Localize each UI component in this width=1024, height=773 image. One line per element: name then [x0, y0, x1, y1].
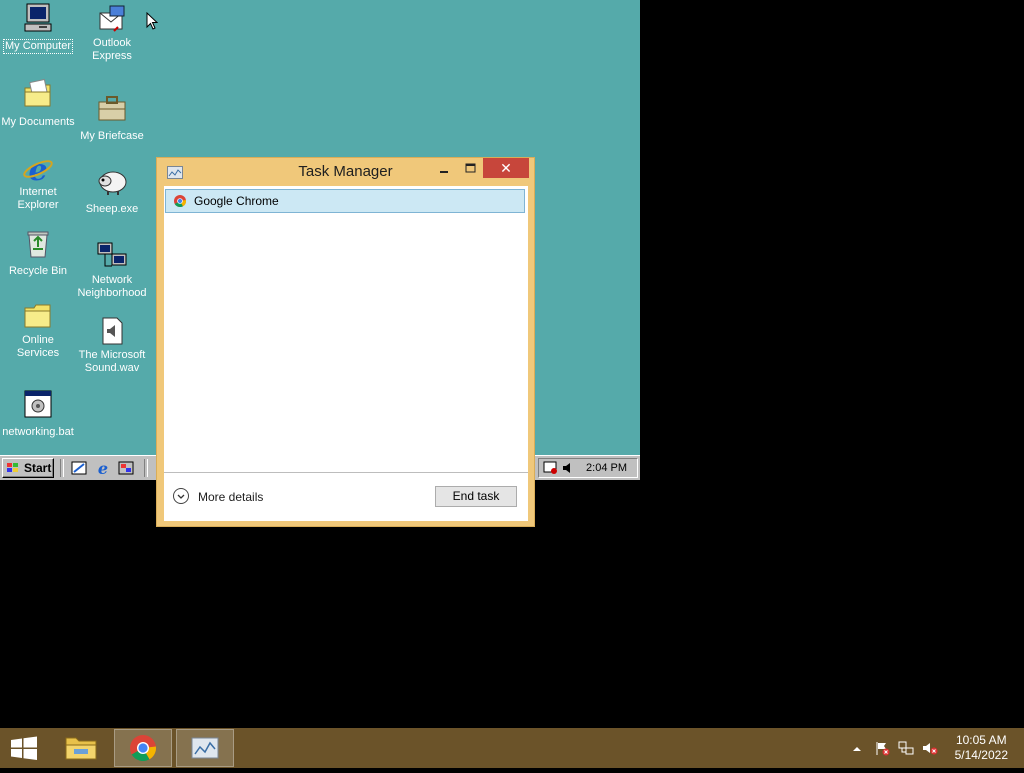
minimize-button[interactable]: [431, 160, 457, 180]
desktop-icon-label: The Microsoft Sound.wav: [78, 349, 146, 374]
channels-icon[interactable]: [118, 460, 134, 476]
maximize-button[interactable]: [457, 160, 483, 180]
internet-explorer-icon: e: [22, 152, 54, 188]
process-row[interactable]: Google Chrome: [165, 189, 525, 213]
recycle-bin-icon: [22, 227, 54, 259]
chrome-icon: [174, 195, 186, 207]
maximize-icon: [465, 163, 476, 173]
folder-documents-icon: [22, 78, 54, 110]
desktop-icon-microsoft-sound[interactable]: The Microsoft Sound.wav: [74, 315, 150, 376]
action-center-flag-icon[interactable]: [874, 740, 890, 756]
desktop-icon-label: My Computer: [2, 39, 74, 54]
desktop-icon-label: Recycle Bin: [8, 265, 68, 277]
desktop-icon-my-documents[interactable]: My Documents: [0, 78, 76, 130]
folder-icon: [22, 300, 54, 332]
host-clock[interactable]: 10:05 AM 5/14/2022: [955, 733, 1008, 763]
volume-icon[interactable]: [561, 461, 575, 475]
outlook-express-icon: [96, 3, 128, 35]
show-desktop-icon[interactable]: [71, 460, 87, 476]
sheep-icon: [96, 165, 128, 197]
more-details-label: More details: [198, 490, 264, 504]
taskbar-file-explorer[interactable]: [52, 729, 110, 767]
task-manager-footer: More details End task: [164, 473, 528, 521]
desktop-icon-outlook-express[interactable]: Outlook Express: [74, 3, 150, 64]
desktop-icon-my-computer[interactable]: My Computer: [0, 2, 76, 54]
close-button[interactable]: ✕: [483, 158, 529, 178]
taskbar-task-manager[interactable]: [176, 729, 234, 767]
clock-date: 5/14/2022: [954, 748, 1008, 762]
start-label: Start: [24, 461, 52, 475]
desktop-icon-recycle-bin[interactable]: Recycle Bin: [0, 227, 76, 279]
task-manager-window: Task Manager ✕ Google Chrome More detail…: [156, 157, 535, 527]
file-explorer-icon: [65, 737, 97, 760]
scheduler-icon[interactable]: [543, 461, 559, 475]
chevron-down-icon: [173, 488, 189, 504]
end-task-button[interactable]: End task: [435, 486, 517, 507]
desktop-icon-label: Online Services: [16, 334, 60, 359]
desktop-icon-network-neighborhood[interactable]: Network Neighborhood: [74, 240, 150, 301]
desktop-icon-label: Sheep.exe: [85, 203, 139, 215]
desktop-icon-online-services[interactable]: Online Services: [0, 300, 76, 361]
guest-clock[interactable]: 2:04 PM: [586, 462, 627, 474]
desktop-icon-label: Network Neighborhood: [77, 274, 147, 299]
svg-text:e: e: [98, 460, 108, 476]
batch-file-icon: [22, 388, 54, 420]
internet-explorer-icon[interactable]: e: [95, 460, 111, 476]
close-icon: ✕: [500, 160, 512, 176]
process-list: Google Chrome: [164, 186, 528, 473]
host-start-button[interactable]: [0, 728, 48, 768]
taskbar-chrome[interactable]: [114, 729, 172, 767]
taskbar-separator: [60, 459, 64, 477]
volume-muted-icon[interactable]: [922, 740, 938, 756]
minimize-icon: [440, 171, 448, 173]
desktop-icon-internet-explorer[interactable]: e Internet Explorer: [0, 152, 76, 213]
desktop-icon-label: My Documents: [1, 116, 75, 128]
show-hidden-icons-icon[interactable]: [849, 740, 865, 756]
desktop-icon-sheep[interactable]: Sheep.exe: [74, 165, 150, 217]
taskbar-separator: [144, 459, 148, 477]
desktop-icon-label: networking.bat: [2, 426, 74, 438]
desktop-icon-my-briefcase[interactable]: My Briefcase: [74, 92, 150, 144]
clock-time: 10:05 AM: [955, 733, 1007, 747]
title-bar[interactable]: Task Manager ✕: [157, 158, 534, 186]
windows-logo-icon: [11, 736, 37, 760]
desktop-icon-label: My Briefcase: [80, 130, 144, 142]
host-taskbar: 10:05 AM 5/14/2022: [0, 728, 1024, 768]
svg-text:e: e: [28, 153, 47, 184]
windows-logo-icon: [7, 463, 18, 472]
process-name: Google Chrome: [194, 194, 279, 208]
network-icon: [96, 240, 128, 272]
sound-file-icon: [96, 315, 128, 347]
network-icon[interactable]: [898, 740, 914, 756]
chrome-icon: [130, 735, 156, 762]
desktop-icon-label: Outlook Express: [92, 37, 132, 62]
briefcase-icon: [96, 92, 128, 124]
guest-system-tray: 2:04 PM: [538, 458, 638, 478]
task-manager-client: Google Chrome More details End task: [164, 186, 528, 521]
desktop-icon-label: Internet Explorer: [17, 186, 59, 211]
desktop-icon-networking-bat[interactable]: networking.bat: [0, 388, 76, 440]
mouse-cursor-icon: [146, 12, 158, 30]
start-button[interactable]: Start: [2, 458, 54, 478]
task-manager-icon: [191, 737, 219, 759]
my-computer-icon: [22, 2, 54, 34]
